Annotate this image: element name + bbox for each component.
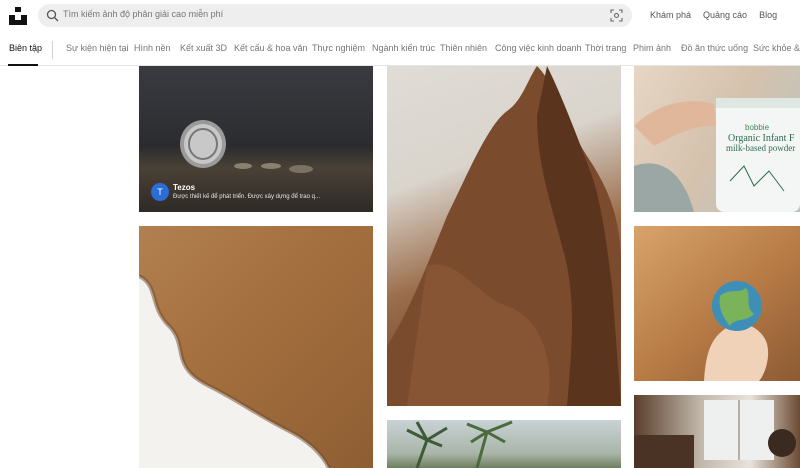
search-bar[interactable]: Tìm kiếm ảnh độ phân giải cao miễn phí [38,4,632,27]
photo-beach-foam[interactable] [139,226,373,468]
tab-health-wellness[interactable]: Sức khỏe & S [753,43,800,53]
sponsor-name[interactable]: Tezos [173,183,195,192]
tab-business-work[interactable]: Công việc kinh doanh [495,43,582,53]
sponsor-description: Được thiết kế để phát triển. Được xây dự… [173,194,320,200]
tab-film[interactable]: Phim ảnh [633,43,671,53]
photo-palm-trees[interactable] [387,420,621,468]
photo-hand-globe[interactable] [634,226,800,381]
active-tab-underline [8,64,38,66]
link-advertise[interactable]: Quảng cáo [703,10,747,20]
photo-interior-window[interactable] [634,395,800,468]
top-links: Khám phá Quảng cáo Blog [650,10,789,20]
product-label-line-2: milk-based powder [726,143,796,153]
tab-editorial[interactable]: Biên tập [9,43,42,53]
tab-current-events[interactable]: Sự kiện hiện tại [66,43,129,53]
category-nav: Biên tập Sự kiện hiện tại Hình nền Kết x… [0,36,800,66]
sponsor-avatar[interactable]: T [151,183,169,201]
tab-fashion[interactable]: Thời trang [585,43,626,53]
top-header: Tìm kiếm ảnh độ phân giải cao miễn phí K… [0,0,800,32]
visual-search-icon[interactable] [610,9,623,22]
tab-wallpapers[interactable]: Hình nền [134,43,171,53]
tab-food-drink[interactable]: Đồ ăn thức uống [681,43,748,53]
photo-sponsored-coin[interactable]: T Tezos Được thiết kế để phát triển. Đượ… [139,66,373,212]
link-blog[interactable]: Blog [759,10,777,20]
photo-infant-formula[interactable]: bobbie Organic Infant F milk-based powde… [634,66,800,212]
unsplash-logo-icon[interactable] [9,7,27,25]
photo-rock-formation[interactable] [387,66,621,406]
tab-experimental[interactable]: Thực nghiệm [312,43,365,53]
search-input[interactable]: Tìm kiếm ảnh độ phân giải cao miễn phí [63,9,223,19]
product-brand: bobbie [745,123,770,132]
nav-divider [52,41,53,59]
link-explore[interactable]: Khám phá [650,10,691,20]
tab-architecture[interactable]: Ngành kiến trúc [372,43,435,53]
tab-textures-patterns[interactable]: Kết cấu & hoa văn [234,43,308,53]
tab-nature[interactable]: Thiên nhiên [440,43,487,53]
search-icon[interactable] [46,9,59,22]
tab-3d-renders[interactable]: Kết xuất 3D [180,43,227,53]
